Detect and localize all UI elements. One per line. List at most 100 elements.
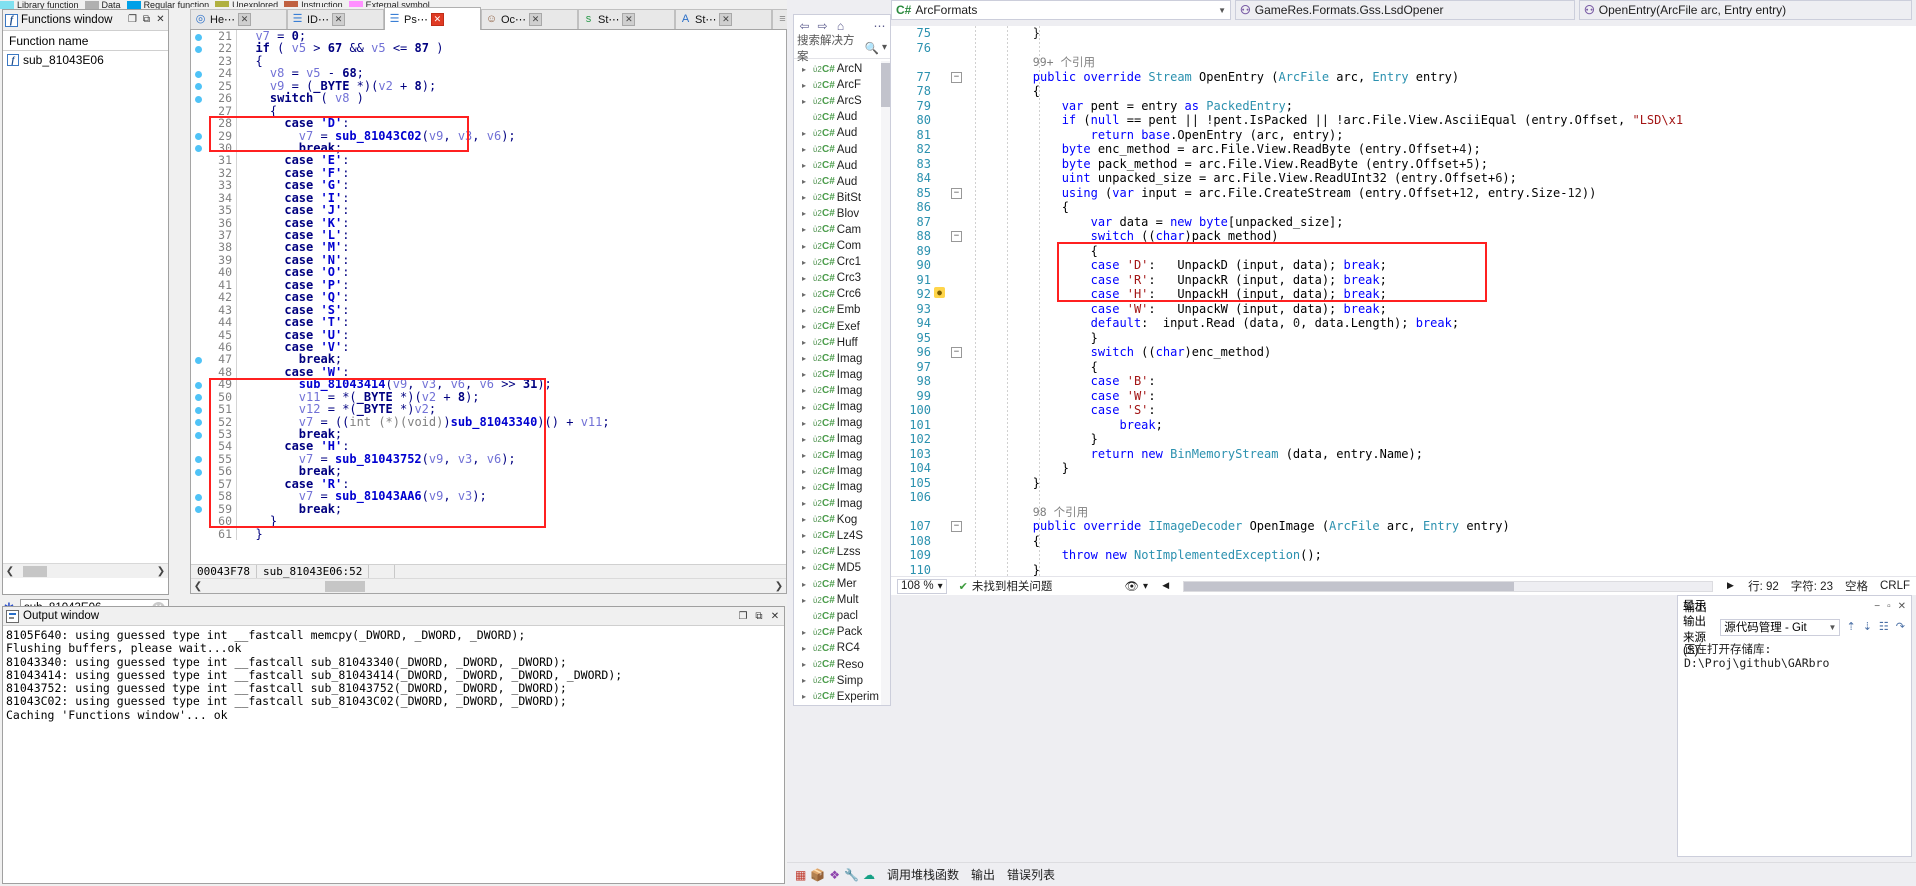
tab-strings-icon[interactable]: s St⋯ ✕: [578, 9, 675, 29]
code-line[interactable]: 105 }: [891, 476, 1916, 491]
solution-tree-node[interactable]: ▸ ὑ2 C# Cam: [794, 222, 890, 238]
code-line[interactable]: 99 case 'W':: [891, 389, 1916, 404]
chevron-right-icon[interactable]: ▸: [802, 338, 811, 347]
float-icon[interactable]: ⧉: [753, 611, 765, 622]
code-line[interactable]: 92 ● case 'H': UnpackH (input, data); bre…: [891, 287, 1916, 302]
code-line[interactable]: 59 break;: [191, 502, 786, 515]
chevron-right-icon[interactable]: ▸: [802, 628, 811, 637]
solution-tree-node[interactable]: ▸ ὑ2 C# Exef: [794, 319, 890, 335]
close-icon[interactable]: ✕: [1898, 601, 1906, 612]
code-line[interactable]: 104 }: [891, 461, 1916, 476]
code-line[interactable]: 40 case 'O':: [191, 266, 786, 279]
chevron-right-icon[interactable]: ▸: [802, 563, 811, 572]
code-line[interactable]: 102 }: [891, 432, 1916, 447]
code-line[interactable]: 75 }: [891, 26, 1916, 41]
scroll-thumb[interactable]: [881, 63, 890, 107]
code-line[interactable]: 96 − switch ((char)enc_method): [891, 345, 1916, 360]
scroll-thumb[interactable]: [1184, 581, 1515, 591]
scroll-right-icon[interactable]: ❯: [772, 581, 786, 592]
chevron-down-icon[interactable]: ▾: [938, 581, 943, 592]
code-line[interactable]: 89 {: [891, 244, 1916, 259]
chevron-right-icon[interactable]: ▸: [802, 596, 811, 605]
chevron-right-icon[interactable]: ▸: [802, 547, 811, 556]
code-line[interactable]: 82 byte enc_method = arc.File.View.ReadB…: [891, 142, 1916, 157]
code-line[interactable]: 60 }: [191, 515, 786, 528]
output-source-select[interactable]: 源代码管理 - Git ▼: [1720, 618, 1841, 636]
code-line[interactable]: 98 个引用: [891, 505, 1916, 520]
code-line[interactable]: 79 var pent = entry as PackedEntry;: [891, 99, 1916, 114]
code-line[interactable]: 83 byte pack_method = arc.File.View.Read…: [891, 157, 1916, 172]
code-line[interactable]: 109 throw new NotImplementedException();: [891, 548, 1916, 563]
solution-tree-node[interactable]: ▸ ὑ2 C# Mult: [794, 592, 890, 608]
next-icon[interactable]: ►: [1719, 580, 1742, 592]
chevron-right-icon[interactable]: ▸: [802, 580, 811, 589]
functions-horizontal-scrollbar[interactable]: ❮ ❯: [3, 563, 168, 578]
scroll-left-icon[interactable]: ❮: [191, 581, 205, 592]
code-line[interactable]: 95 }: [891, 331, 1916, 346]
scroll-right-icon[interactable]: ❯: [154, 566, 168, 577]
close-icon[interactable]: ✕: [529, 13, 543, 26]
code-line[interactable]: 94 default: input.Read (data, 0, data.Le…: [891, 316, 1916, 331]
close-icon[interactable]: ✕: [430, 12, 444, 26]
solution-tree-node[interactable]: ὑ2 C# Aud: [794, 109, 890, 125]
solution-tree-node[interactable]: ▸ ὑ2 C# ArcF: [794, 77, 890, 93]
close-icon[interactable]: ✕: [769, 611, 781, 622]
code-line[interactable]: 44 case 'T':: [191, 316, 786, 329]
puzzle-icon[interactable]: ❖: [829, 868, 840, 882]
chevron-right-icon[interactable]: ▸: [802, 451, 811, 460]
solution-tree-node[interactable]: ▸ ὑ2 C# Com: [794, 238, 890, 254]
solution-tree-node[interactable]: ▸ ὑ2 C# MD5: [794, 560, 890, 576]
solution-tree-node[interactable]: ▸ ὑ2 C# Imag: [794, 479, 890, 495]
chevron-down-icon[interactable]: ▼: [1218, 6, 1226, 15]
code-line[interactable]: 101 break;: [891, 418, 1916, 433]
solution-tree-node[interactable]: ▸ ὑ2 C# ArcS: [794, 93, 890, 109]
chevron-right-icon[interactable]: ▸: [802, 193, 811, 202]
code-line[interactable]: 38 case 'M':: [191, 241, 786, 254]
chevron-down-icon[interactable]: ▾: [882, 42, 887, 53]
vs-code-editor[interactable]: 75 } 76 99+ 个引用 77− public override Stream…: [891, 26, 1916, 576]
scroll-left-icon[interactable]: ❮: [3, 566, 17, 577]
solution-tree-node[interactable]: ▸ ὑ2 C# Emb: [794, 302, 890, 318]
solution-tree-node[interactable]: ▸ ὑ2 C# Aud: [794, 174, 890, 190]
close-icon[interactable]: ✕: [719, 13, 733, 26]
chevron-right-icon[interactable]: ▸: [802, 419, 811, 428]
output-clear-icon[interactable]: ☷: [1878, 619, 1890, 636]
code-line[interactable]: 100 case 'S':: [891, 403, 1916, 418]
code-line[interactable]: 56 break;: [191, 465, 786, 478]
chevron-down-icon[interactable]: ▼: [1829, 623, 1837, 632]
output-goto-prev-icon[interactable]: ⇡: [1845, 619, 1856, 636]
solution-tree-node[interactable]: ▸ ὑ2 C# Aud: [794, 158, 890, 174]
chevron-right-icon[interactable]: ▸: [802, 97, 811, 106]
code-line[interactable]: 81 return base.OpenEntry (arc, entry);: [891, 128, 1916, 143]
search-icon[interactable]: 🔍: [865, 41, 879, 55]
code-line[interactable]: 106: [891, 490, 1916, 505]
solution-tree-node[interactable]: ▸ ὑ2 C# BitSt: [794, 190, 890, 206]
solution-tree-node[interactable]: ▸ ὑ2 C# Aud: [794, 141, 890, 157]
vs-bottom-tab-callstack[interactable]: 调用堆栈函数: [887, 866, 959, 883]
solution-search-input[interactable]: 搜索解决方案 🔍 ▾: [794, 35, 890, 63]
code-line[interactable]: 98 case 'B':: [891, 374, 1916, 389]
solution-tree-node[interactable]: ▸ ὑ2 C# Imag: [794, 431, 890, 447]
collapse-icon[interactable]: −: [951, 521, 962, 532]
code-line[interactable]: 107 − public override IImageDecoder OpenI…: [891, 519, 1916, 534]
vs-output-text[interactable]: 正在打开存储库: D:\Proj\github\GARbro: [1678, 640, 1911, 856]
code-line[interactable]: 61 }: [191, 527, 786, 540]
output-window-text[interactable]: 8105F640: using guessed type int __fastc…: [3, 627, 784, 883]
code-line[interactable]: 90 case 'D': UnpackD (input, data); brea…: [891, 258, 1916, 273]
solution-tree-node[interactable]: ▸ ὑ2 C# Mer: [794, 576, 890, 592]
code-line[interactable]: 93 case 'W': UnpackW (input, data); brea…: [891, 302, 1916, 317]
code-line[interactable]: 110 }: [891, 563, 1916, 577]
chevron-right-icon[interactable]: ▸: [802, 209, 811, 218]
tab-structures-icon[interactable]: A St⋯ ✕: [675, 9, 772, 29]
overflow-icon[interactable]: ⋯: [873, 19, 886, 33]
code-line[interactable]: 47 break;: [191, 353, 786, 366]
chevron-right-icon[interactable]: ▸: [802, 258, 811, 267]
solution-tree-node[interactable]: ▸ ὑ2 C# Pack: [794, 624, 890, 640]
solution-tree-node[interactable]: ▸ ὑ2 C# Lz4S: [794, 528, 890, 544]
pin-icon[interactable]: −: [1874, 601, 1880, 612]
chevron-right-icon[interactable]: ▸: [802, 403, 811, 412]
chevron-right-icon[interactable]: ▸: [802, 129, 811, 138]
vs-bottom-tab-errorlist[interactable]: 错误列表: [1007, 866, 1055, 883]
functions-column-header[interactable]: Function name: [3, 31, 168, 51]
pseudocode-horizontal-scrollbar[interactable]: ❮ ❯: [191, 578, 786, 593]
